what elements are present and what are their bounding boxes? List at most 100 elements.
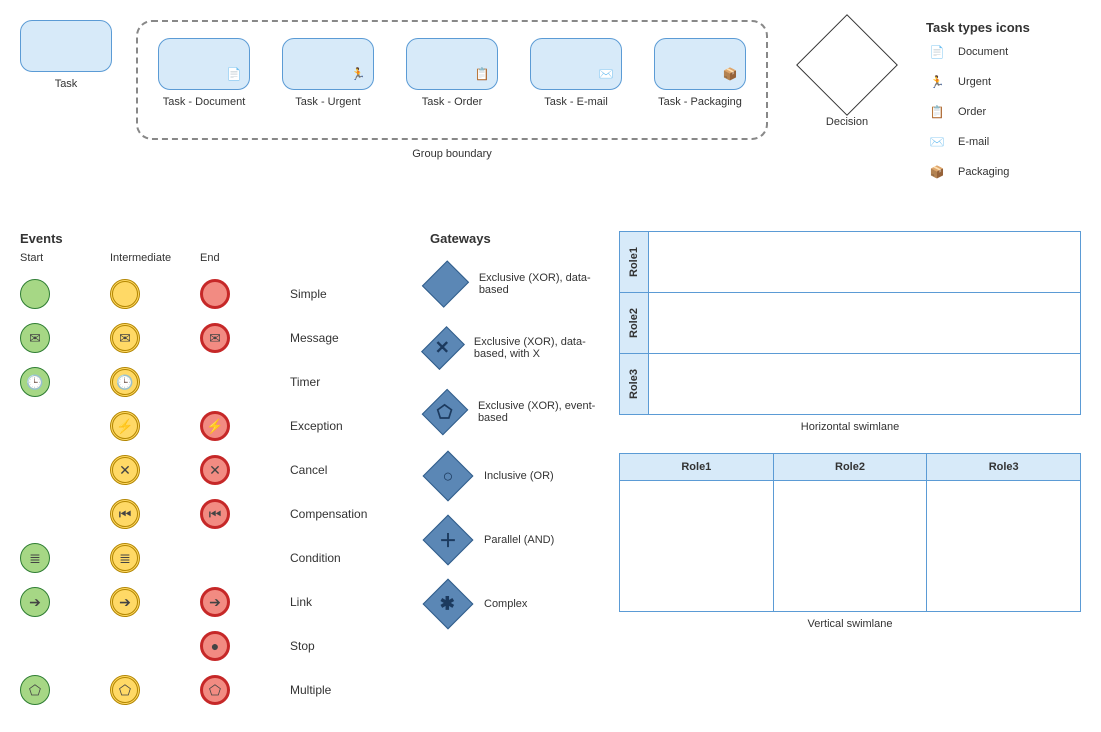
event-cell — [110, 624, 200, 668]
event-condition-intermediate[interactable]: ≣ — [110, 543, 140, 573]
legend-label: Urgent — [958, 76, 991, 88]
event-cell: 🕒 — [110, 360, 200, 404]
event-glyph: 🕒 — [26, 375, 43, 389]
swimlane-v-role: Role3 — [927, 454, 1080, 481]
event-cell: ➔ — [200, 580, 290, 624]
gateway-label: Exclusive (XOR), event-based — [478, 400, 599, 424]
event-cell: 🕒 — [20, 360, 110, 404]
swimlane-h-lane[interactable]: Role3 — [620, 353, 1080, 414]
legend-row: ✉️E-mail — [926, 131, 1030, 153]
decision-diamond[interactable] — [796, 14, 898, 116]
gateways-section: Gateways Exclusive (XOR), data-based✕Exc… — [430, 231, 599, 636]
swimlane-h-body[interactable] — [649, 232, 1080, 292]
event-message-start[interactable]: ✉ — [20, 323, 50, 353]
task-box[interactable]: 📋 — [406, 38, 498, 90]
event-simple-intermediate[interactable] — [110, 279, 140, 309]
task-box[interactable]: ✉️ — [530, 38, 622, 90]
event-message-intermediate[interactable]: ✉ — [110, 323, 140, 353]
gateway-diamond[interactable]: ✕ — [421, 326, 465, 370]
event-row-label: Simple — [290, 272, 400, 316]
event-row-label: Exception — [290, 404, 400, 448]
swimlane-v-body[interactable] — [620, 481, 773, 611]
task-box[interactable]: 🏃 — [282, 38, 374, 90]
event-cell: ⚡ — [200, 404, 290, 448]
event-cancel-intermediate[interactable]: ✕ — [110, 455, 140, 485]
email-icon: ✉️ — [595, 63, 617, 85]
events-section: Events Start✉🕒≣➔⬠Intermediate✉🕒⚡✕⏮≣➔⬠End… — [20, 231, 400, 712]
event-cancel-end[interactable]: ✕ — [200, 455, 230, 485]
event-glyph: ≣ — [119, 551, 131, 565]
event-link-end[interactable]: ➔ — [200, 587, 230, 617]
event-row-label: Link — [290, 580, 400, 624]
gateway-label: Complex — [484, 598, 527, 610]
event-simple-start[interactable] — [20, 279, 50, 309]
event-timer-intermediate[interactable]: 🕒 — [110, 367, 140, 397]
event-compensation-intermediate[interactable]: ⏮ — [110, 499, 140, 529]
event-glyph: ➔ — [29, 595, 41, 609]
horizontal-swimlane[interactable]: Role1Role2Role3 — [619, 231, 1081, 415]
task-label: Task - Packaging — [654, 96, 746, 108]
gateway-glyph: ✕ — [435, 338, 450, 359]
swimlane-v-lane[interactable]: Role2 — [773, 454, 927, 611]
event-message-end[interactable]: ✉ — [200, 323, 230, 353]
event-exception-intermediate[interactable]: ⚡ — [110, 411, 140, 441]
gateway-diamond[interactable] — [422, 260, 469, 307]
task-plain: Task — [20, 20, 112, 90]
event-multiple-intermediate[interactable]: ⬠ — [110, 675, 140, 705]
event-multiple-start[interactable]: ⬠ — [20, 675, 50, 705]
event-link-start[interactable]: ➔ — [20, 587, 50, 617]
swimlane-v-role: Role2 — [774, 454, 927, 481]
event-row-label: Timer — [290, 360, 400, 404]
event-link-intermediate[interactable]: ➔ — [110, 587, 140, 617]
decision-label: Decision — [792, 116, 902, 128]
event-glyph: ⬠ — [29, 683, 41, 697]
event-stop-end[interactable]: ● — [200, 631, 230, 661]
packaging-icon: 📦 — [926, 161, 948, 183]
swimlane-v-body[interactable] — [774, 481, 927, 611]
urgent-icon: 🏃 — [347, 63, 369, 85]
swimlane-v-body[interactable] — [927, 481, 1080, 611]
vertical-swimlane-label: Vertical swimlane — [619, 618, 1081, 630]
event-glyph: ➔ — [209, 595, 221, 609]
urgent-icon: 🏃 — [926, 71, 948, 93]
swimlane-h-body[interactable] — [649, 354, 1080, 414]
events-col-start: Start✉🕒≣➔⬠ — [20, 252, 110, 712]
event-cell — [20, 404, 110, 448]
task-box[interactable]: 📦 — [654, 38, 746, 90]
swimlane-h-lane[interactable]: Role1 — [620, 232, 1080, 292]
gateway-row: ✱Complex — [430, 572, 599, 636]
gateway-diamond[interactable]: ＋ — [423, 515, 474, 566]
swimlane-v-lane[interactable]: Role3 — [926, 454, 1080, 611]
event-condition-start[interactable]: ≣ — [20, 543, 50, 573]
task-box[interactable]: 📄 — [158, 38, 250, 90]
vertical-swimlane[interactable]: Role1Role2Role3 — [619, 453, 1081, 612]
swimlane-h-role: Role3 — [620, 354, 649, 414]
order-icon: 📋 — [926, 101, 948, 123]
event-multiple-end[interactable]: ⬠ — [200, 675, 230, 705]
email-icon: ✉️ — [926, 131, 948, 153]
swimlane-h-role: Role2 — [620, 293, 649, 353]
horizontal-swimlane-label: Horizontal swimlane — [619, 421, 1081, 433]
swimlane-v-role: Role1 — [620, 454, 773, 481]
swimlane-h-body[interactable] — [649, 293, 1080, 353]
swimlane-v-lane[interactable]: Role1 — [620, 454, 773, 611]
task-box[interactable] — [20, 20, 112, 72]
task-item: 📋Task - Order — [406, 38, 498, 108]
events-col-header: End — [200, 252, 290, 264]
swimlanes-section: Role1Role2Role3 Horizontal swimlane Role… — [619, 231, 1081, 630]
swimlane-h-lane[interactable]: Role2 — [620, 292, 1080, 353]
event-row-label: Multiple — [290, 668, 400, 712]
event-exception-end[interactable]: ⚡ — [200, 411, 230, 441]
gateway-diamond[interactable]: ⬠ — [422, 389, 469, 436]
gateway-diamond[interactable]: ○ — [423, 451, 474, 502]
event-compensation-end[interactable]: ⏮ — [200, 499, 230, 529]
gateway-glyph: ＋ — [439, 527, 457, 553]
event-cell: ⏮ — [110, 492, 200, 536]
event-cell: ⬠ — [110, 668, 200, 712]
gateway-row: Exclusive (XOR), data-based — [430, 252, 599, 316]
task-label: Task — [20, 78, 112, 90]
gateway-diamond[interactable]: ✱ — [423, 579, 474, 630]
event-row-label: Condition — [290, 536, 400, 580]
event-simple-end[interactable] — [200, 279, 230, 309]
event-timer-start[interactable]: 🕒 — [20, 367, 50, 397]
